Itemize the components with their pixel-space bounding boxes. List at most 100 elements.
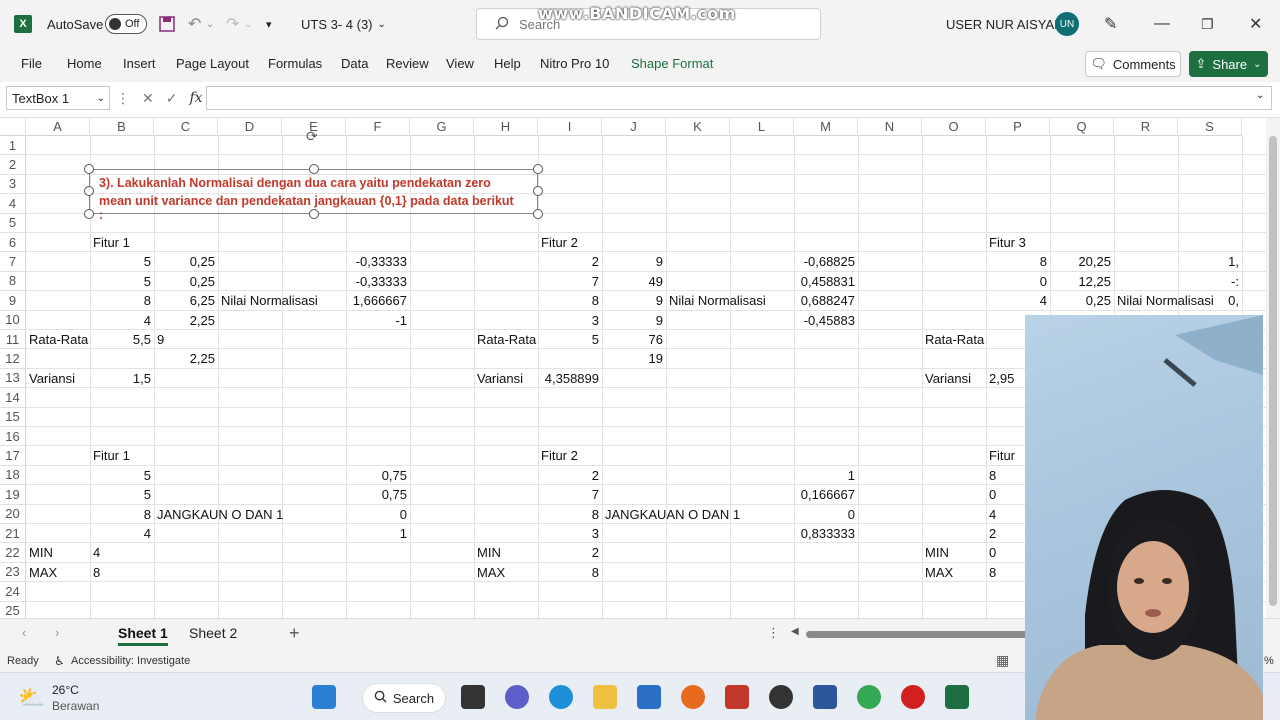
- rotate-handle-icon[interactable]: ⟳: [306, 128, 322, 144]
- cell-m7[interactable]: -0,68825: [794, 252, 858, 271]
- pen-icon[interactable]: ✎: [1104, 0, 1117, 48]
- weather-icon[interactable]: ⛅: [18, 685, 45, 711]
- cell-h11[interactable]: Rata-Rata: [474, 330, 538, 349]
- share-button[interactable]: ⇪ Share ⌄: [1189, 51, 1268, 77]
- cell-m18[interactable]: 1: [794, 466, 858, 485]
- row-header-19[interactable]: 19: [0, 485, 26, 505]
- start-icon[interactable]: [312, 685, 336, 709]
- row-header-14[interactable]: 14: [0, 388, 26, 408]
- column-header-g[interactable]: G: [410, 118, 474, 136]
- undo-icon[interactable]: ↶: [188, 0, 201, 48]
- cell-m8[interactable]: 0,458831: [794, 272, 858, 291]
- cell-b10[interactable]: 4: [90, 311, 154, 330]
- sheet-tab-1[interactable]: Sheet 1: [118, 625, 168, 646]
- column-header-i[interactable]: I: [538, 118, 602, 136]
- close-icon[interactable]: ✕: [1249, 0, 1262, 48]
- cell-m20[interactable]: 0: [794, 505, 858, 524]
- cell-h13[interactable]: Variansi: [474, 369, 538, 388]
- cell-j7[interactable]: 9: [602, 252, 666, 271]
- cell-b13[interactable]: 1,5: [90, 369, 154, 388]
- cell-b6[interactable]: Fitur 1: [90, 233, 154, 252]
- cell-j10[interactable]: 9: [602, 311, 666, 330]
- minimize-icon[interactable]: —: [1154, 0, 1170, 48]
- resize-handle-sw[interactable]: [84, 209, 94, 219]
- tab-file[interactable]: File: [21, 56, 42, 71]
- cell-c10[interactable]: 2,25: [154, 311, 218, 330]
- cell-o22[interactable]: MIN: [922, 543, 986, 562]
- cell-h22[interactable]: MIN: [474, 543, 538, 562]
- cell-h23[interactable]: MAX: [474, 563, 538, 582]
- row-header-20[interactable]: 20: [0, 504, 26, 524]
- row-header-5[interactable]: 5: [0, 213, 26, 233]
- row-header-18[interactable]: 18: [0, 465, 26, 486]
- firefox-icon[interactable]: [681, 685, 705, 709]
- resize-handle-se[interactable]: [533, 209, 543, 219]
- cell-c12[interactable]: 2,25: [154, 349, 218, 368]
- cell-b7[interactable]: 5: [90, 252, 154, 271]
- column-header-q[interactable]: Q: [1050, 118, 1114, 136]
- tab-help[interactable]: Help: [494, 56, 521, 71]
- spss-icon[interactable]: [725, 685, 749, 709]
- file-name[interactable]: UTS 3- 4 (3) ⌄: [301, 0, 386, 48]
- media-player-icon[interactable]: [769, 685, 793, 709]
- save-icon[interactable]: [158, 0, 176, 48]
- insert-function-icon[interactable]: fx: [189, 90, 202, 106]
- cell-a22[interactable]: MIN: [26, 543, 90, 562]
- cell-i13[interactable]: 4,358899: [538, 369, 602, 388]
- resize-handle-w[interactable]: [84, 186, 94, 196]
- cell-b9[interactable]: 8: [90, 291, 154, 310]
- cell-d9[interactable]: Nilai Normalisasi: [218, 291, 318, 310]
- undo-dropdown-icon[interactable]: ⌄: [206, 0, 214, 48]
- tab-home[interactable]: Home: [67, 56, 102, 71]
- row-header-15[interactable]: 15: [0, 407, 26, 427]
- cell-b21[interactable]: 4: [90, 524, 154, 543]
- cell-c11[interactable]: 9: [154, 330, 218, 349]
- cell-i21[interactable]: 3: [538, 524, 602, 543]
- row-header-16[interactable]: 16: [0, 427, 26, 447]
- row-header-13[interactable]: 13: [0, 368, 26, 389]
- accessibility-icon[interactable]: ♿: [54, 654, 65, 668]
- cell-s8[interactable]: -:: [1178, 272, 1242, 291]
- cell-q7[interactable]: 20,25: [1050, 252, 1114, 271]
- cell-j8[interactable]: 49: [602, 272, 666, 291]
- column-header-o[interactable]: O: [922, 118, 986, 136]
- chrome-icon[interactable]: [857, 685, 881, 709]
- row-header-12[interactable]: 12: [0, 349, 26, 369]
- column-header-b[interactable]: B: [90, 118, 154, 136]
- user-avatar[interactable]: UN: [1055, 0, 1079, 48]
- column-header-l[interactable]: L: [730, 118, 794, 136]
- recorder-icon[interactable]: [901, 685, 925, 709]
- redo-dropdown-icon[interactable]: ⌄: [244, 0, 252, 48]
- more-options-icon[interactable]: ⋮: [116, 90, 130, 107]
- cell-i18[interactable]: 2: [538, 466, 602, 485]
- cell-j12[interactable]: 19: [602, 349, 666, 368]
- cell-j9[interactable]: 9: [602, 291, 666, 310]
- cell-i20[interactable]: 8: [538, 505, 602, 524]
- cell-s9[interactable]: 0,: [1178, 291, 1242, 310]
- autosave-toggle[interactable]: Off: [105, 0, 147, 48]
- cell-c7[interactable]: 0,25: [154, 252, 218, 271]
- cell-c8[interactable]: 0,25: [154, 272, 218, 291]
- vertical-scrollbar[interactable]: [1266, 118, 1280, 618]
- column-header-s[interactable]: S: [1178, 118, 1242, 136]
- cell-c9[interactable]: 6,25: [154, 291, 218, 310]
- next-sheet-icon[interactable]: ›: [55, 625, 59, 640]
- expand-formula-icon[interactable]: ⌄: [1256, 90, 1264, 101]
- cell-p7[interactable]: 8: [986, 252, 1050, 271]
- row-header-3[interactable]: 3: [0, 174, 26, 195]
- name-box[interactable]: TextBox 1 ⌄: [6, 86, 110, 110]
- resize-handle-ne[interactable]: [533, 164, 543, 174]
- cell-p9[interactable]: 4: [986, 291, 1050, 310]
- cell-b19[interactable]: 5: [90, 485, 154, 504]
- cell-f20[interactable]: 0: [346, 505, 410, 524]
- cell-i11[interactable]: 5: [538, 330, 602, 349]
- cell-a13[interactable]: Variansi: [26, 369, 90, 388]
- cell-c20[interactable]: JANGKAUN O DAN 1: [154, 505, 283, 524]
- redo-icon[interactable]: ↷: [226, 0, 239, 48]
- cell-m19[interactable]: 0,166667: [794, 485, 858, 504]
- tab-insert[interactable]: Insert: [123, 56, 156, 71]
- sheet-options-icon[interactable]: ⋮: [767, 625, 780, 641]
- tab-shape-format[interactable]: Shape Format: [631, 56, 713, 71]
- row-header-23[interactable]: 23: [0, 562, 26, 583]
- cell-b20[interactable]: 8: [90, 505, 154, 524]
